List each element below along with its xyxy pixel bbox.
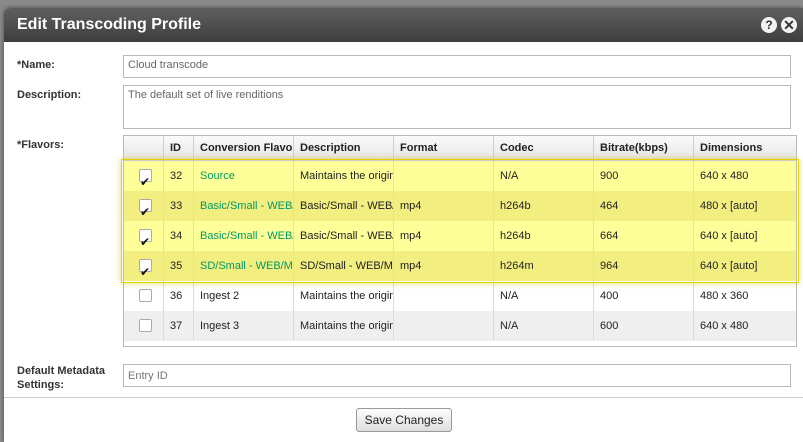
bitrate-cell: 664 bbox=[594, 221, 694, 251]
codec-cell: N/A bbox=[494, 281, 594, 311]
format-cell bbox=[394, 311, 494, 341]
flavors-grid: ID Conversion Flavor Description Format … bbox=[123, 135, 797, 347]
select-cell bbox=[124, 251, 164, 281]
save-changes-button[interactable]: Save Changes bbox=[356, 408, 452, 432]
table-row[interactable]: 33Basic/Small - WEB/MBLBasic/Small - WEB… bbox=[124, 191, 796, 221]
codec-cell: N/A bbox=[494, 311, 594, 341]
flavors-label: *Flavors: bbox=[17, 139, 65, 151]
description-cell: Maintains the original bbox=[294, 281, 394, 311]
header-id[interactable]: ID bbox=[164, 136, 194, 160]
header-conversion-flavor[interactable]: Conversion Flavor bbox=[194, 136, 294, 160]
grid-header: ID Conversion Flavor Description Format … bbox=[124, 136, 796, 161]
header-codec[interactable]: Codec bbox=[494, 136, 594, 160]
table-row[interactable]: 37 Ingest 3 Maintains the original N/A 600 64… bbox=[124, 311, 796, 341]
name-label: *Name: bbox=[17, 59, 55, 71]
id-cell: 36 bbox=[164, 281, 194, 311]
id-cell: 34 bbox=[164, 221, 194, 251]
select-cell bbox=[124, 311, 164, 341]
edit-transcoding-profile-dialog: Edit Transcoding Profile ? ✕ *Name: Clou… bbox=[4, 8, 803, 442]
description-cell: Maintains the original bbox=[294, 311, 394, 341]
header-dimensions[interactable]: Dimensions bbox=[694, 136, 796, 160]
description-cell: Basic/Small - WEB/MBL bbox=[294, 191, 394, 221]
id-cell: 35 bbox=[164, 251, 194, 281]
select-cell bbox=[124, 221, 164, 251]
select-cell bbox=[124, 161, 164, 191]
id-cell: 37 bbox=[164, 311, 194, 341]
format-cell: mp4 bbox=[394, 221, 494, 251]
select-cell bbox=[124, 191, 164, 221]
format-cell bbox=[394, 161, 494, 191]
description-label: Description: bbox=[17, 89, 82, 101]
description-cell: Maintains the original bbox=[294, 161, 394, 191]
format-cell: mp4 bbox=[394, 251, 494, 281]
dimensions-cell: 640 x 480 bbox=[700, 170, 749, 182]
table-row[interactable]: 35SD/Small - WEB/MBLSD/Small - WEB/MBLmp… bbox=[124, 251, 796, 281]
dimensions-cell: 640 x 480 bbox=[700, 320, 749, 332]
row-checkbox[interactable] bbox=[139, 257, 152, 281]
header-format[interactable]: Format bbox=[394, 136, 494, 160]
row-checkbox[interactable] bbox=[139, 319, 152, 332]
dialog-content: *Name: Cloud transcode Description: The … bbox=[4, 42, 803, 442]
bitrate-cell: 964 bbox=[594, 251, 694, 281]
conversion-flavor-cell: Ingest 2 bbox=[194, 281, 294, 311]
header-select[interactable] bbox=[124, 136, 164, 160]
format-cell: mp4 bbox=[394, 191, 494, 221]
close-icon[interactable]: ✕ bbox=[781, 17, 797, 33]
table-row[interactable]: 34Basic/Small - WEB/MBLBasic/Small - WEB… bbox=[124, 221, 796, 251]
dialog-title: Edit Transcoding Profile bbox=[17, 16, 202, 33]
header-description[interactable]: Description bbox=[294, 136, 394, 160]
help-icon[interactable]: ? bbox=[761, 17, 777, 33]
description-cell: SD/Small - WEB/MBL bbox=[294, 251, 394, 281]
codec-cell: h264b bbox=[494, 221, 594, 251]
conversion-flavor-cell[interactable]: Source bbox=[194, 161, 294, 191]
codec-cell: h264m bbox=[494, 251, 594, 281]
dialog-footer: Save Changes bbox=[4, 397, 803, 442]
conversion-flavor-cell: Ingest 3 bbox=[194, 311, 294, 341]
id-cell: 32 bbox=[164, 161, 194, 191]
dimensions-cell: 480 x 360 bbox=[700, 290, 749, 302]
format-cell bbox=[394, 281, 494, 311]
bitrate-cell: 600 bbox=[594, 311, 694, 341]
dimensions-cell: 640 x [auto] bbox=[700, 230, 758, 242]
metadata-label: Default Metadata Settings: bbox=[17, 364, 105, 392]
header-bitrate[interactable]: Bitrate(kbps) bbox=[594, 136, 694, 160]
row-checkbox[interactable] bbox=[139, 227, 152, 251]
table-row[interactable]: 32SourceMaintains the original N/A900 640 … bbox=[124, 161, 796, 191]
row-checkbox[interactable] bbox=[139, 289, 152, 302]
dimensions-cell: 640 x [auto] bbox=[700, 260, 758, 272]
name-input[interactable]: Cloud transcode bbox=[123, 55, 791, 78]
conversion-flavor-cell[interactable]: Basic/Small - WEB/MBL bbox=[194, 221, 294, 251]
row-checkbox[interactable] bbox=[139, 167, 152, 191]
description-textarea[interactable]: The default set of live renditions bbox=[123, 85, 791, 129]
conversion-flavor-cell[interactable]: Basic/Small - WEB/MBL bbox=[194, 191, 294, 221]
bitrate-cell: 900 bbox=[594, 161, 694, 191]
metadata-label-line2: Settings: bbox=[17, 379, 65, 391]
dialog-titlebar: Edit Transcoding Profile ? ✕ bbox=[4, 8, 803, 42]
codec-cell: N/A bbox=[494, 161, 594, 191]
metadata-entry-id-input[interactable] bbox=[123, 364, 791, 387]
codec-cell: h264b bbox=[494, 191, 594, 221]
metadata-label-line1: Default Metadata bbox=[17, 365, 106, 377]
id-cell: 33 bbox=[164, 191, 194, 221]
table-row[interactable]: 36 Ingest 2 Maintains the original N/A 400 48… bbox=[124, 281, 796, 311]
description-cell: Basic/Small - WEB/MBL bbox=[294, 221, 394, 251]
bitrate-cell: 464 bbox=[594, 191, 694, 221]
bitrate-cell: 400 bbox=[594, 281, 694, 311]
row-checkbox[interactable] bbox=[139, 197, 152, 221]
select-cell bbox=[124, 281, 164, 311]
conversion-flavor-cell[interactable]: SD/Small - WEB/MBL bbox=[194, 251, 294, 281]
dimensions-cell: 480 x [auto] bbox=[700, 200, 758, 212]
